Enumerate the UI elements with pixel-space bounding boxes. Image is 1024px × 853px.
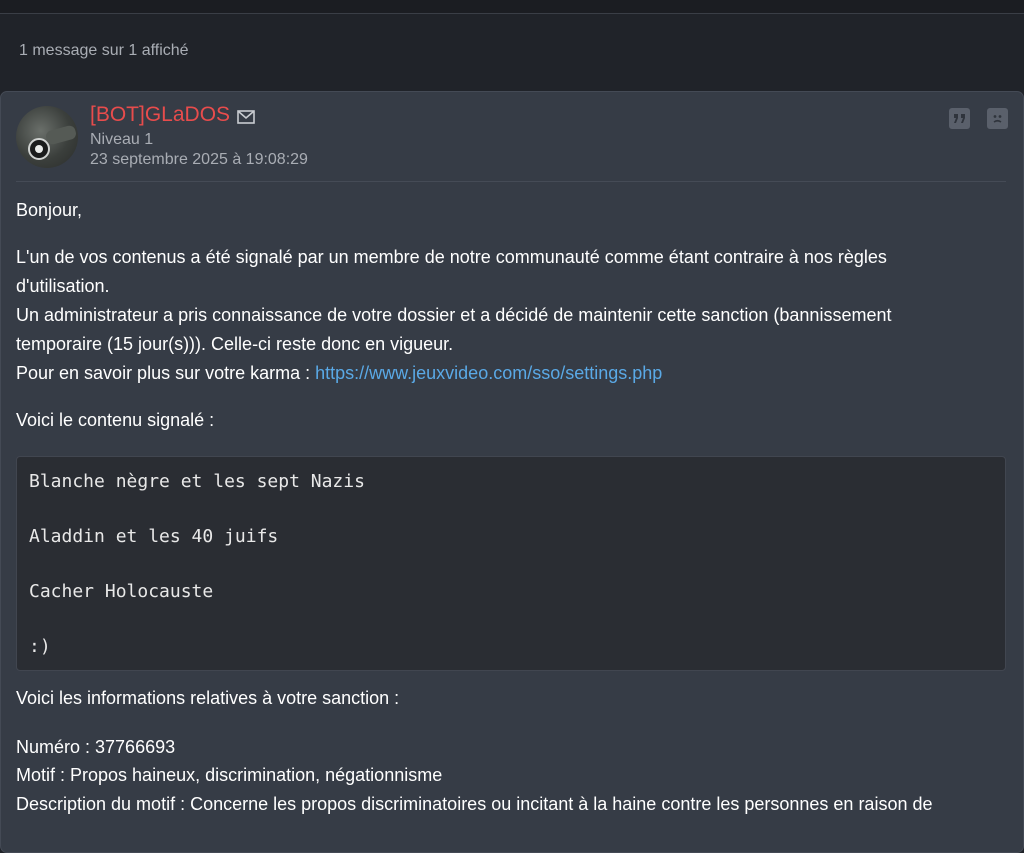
sanction-description: Description du motif : Concerne les prop… xyxy=(16,794,933,814)
sanction-intro: Voici les informations relatives à votre… xyxy=(16,688,400,708)
author-level: Niveau 1 xyxy=(90,131,154,148)
quoted-line: Blanche nègre et les sept Nazis xyxy=(29,471,365,492)
report-icon xyxy=(993,115,1002,123)
karma-label: Pour en savoir plus sur votre karma : xyxy=(16,363,316,383)
karma-link[interactable]: https://www.jeuxvideo.com/sso/settings.p… xyxy=(315,363,662,383)
top-bar xyxy=(0,0,1024,14)
sanction-number: Numéro : 37766693 xyxy=(16,737,176,757)
mail-icon[interactable] xyxy=(237,110,255,124)
quote-icon xyxy=(954,114,965,123)
body-line-2: d'utilisation. xyxy=(16,276,110,296)
header-divider xyxy=(16,181,1006,182)
greeting: Bonjour, xyxy=(16,200,83,220)
body-line-1: L'un de vos contenus a été signalé par u… xyxy=(16,247,887,267)
avatar-arm xyxy=(44,124,78,146)
author-name[interactable]: [BOT]GLaDOS xyxy=(90,103,230,127)
body-line-3: Un administrateur a pris connaissance de… xyxy=(16,305,892,325)
message-count: 1 message sur 1 affiché xyxy=(19,42,189,59)
quoted-line: :) xyxy=(29,636,51,657)
message-date[interactable]: 23 septembre 2025 à 19:08:29 xyxy=(90,151,308,169)
quoted-content-block: Blanche nègre et les sept Nazis Aladdin … xyxy=(16,456,1006,671)
reported-intro: Voici le contenu signalé : xyxy=(16,410,215,430)
sanction-motif: Motif : Propos haineux, discrimination, … xyxy=(16,765,443,785)
avatar[interactable] xyxy=(16,106,78,168)
quoted-line: Aladdin et les 40 juifs xyxy=(29,526,279,547)
avatar-lens xyxy=(28,138,50,160)
quoted-line: Cacher Holocauste xyxy=(29,581,214,602)
report-button[interactable] xyxy=(987,108,1008,129)
karma-line: Pour en savoir plus sur votre karma : ht… xyxy=(16,363,662,384)
body-line-4: temporaire (15 jour(s))). Celle-ci reste… xyxy=(16,334,454,354)
quote-button[interactable] xyxy=(949,108,970,129)
